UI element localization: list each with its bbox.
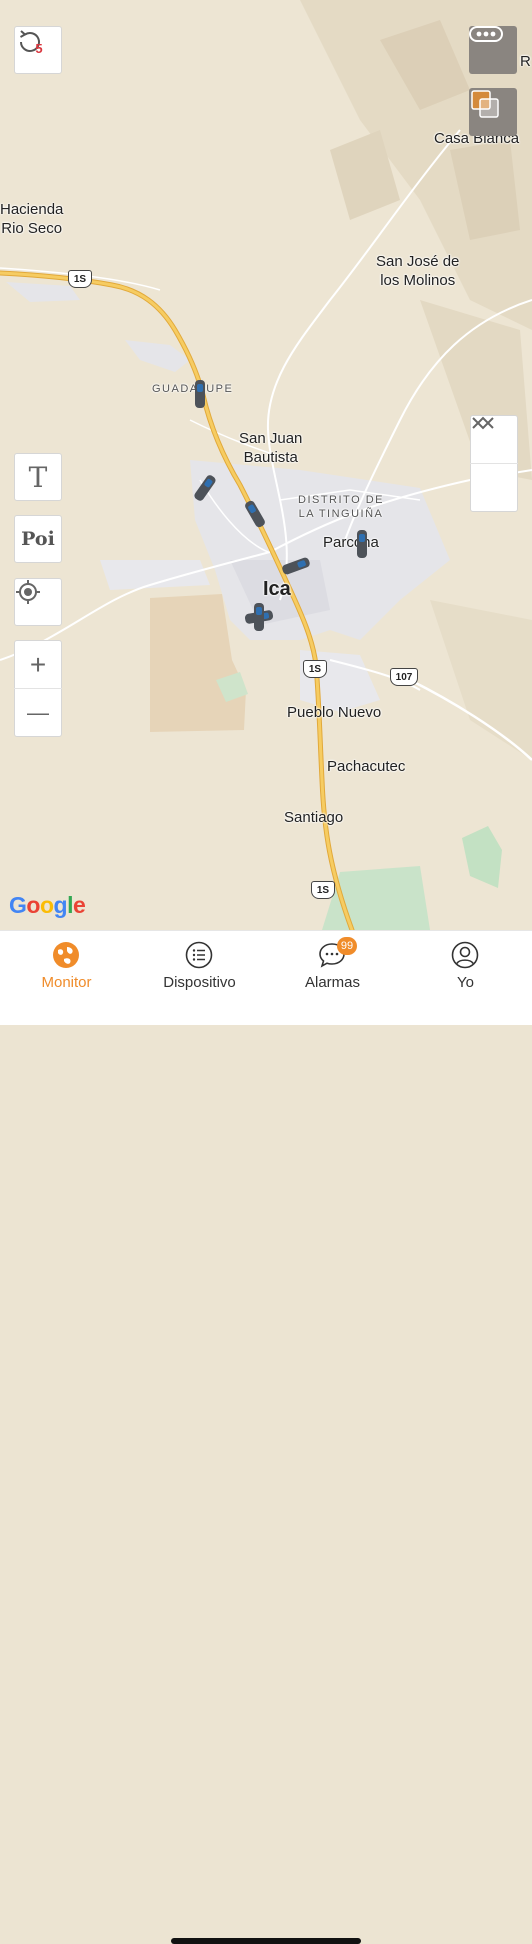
pan-down-button[interactable] (470, 417, 518, 511)
tab-monitor[interactable]: Monitor (0, 931, 133, 1003)
refresh-countdown-button[interactable]: 5 (14, 26, 62, 74)
tab-dispositivo[interactable]: Dispositivo (133, 931, 266, 1003)
place-label-ica: Ica (263, 578, 291, 600)
place-label-pueblo-nuevo: Pueblo Nuevo (287, 704, 382, 721)
place-label-parcona: Parcona (323, 534, 379, 551)
bottom-tab-bar: Monitor Dispositivo 99 Alarmas Yo (0, 930, 532, 1944)
place-label-santiago: Santiago (284, 809, 344, 826)
alarm-count-badge: 99 (337, 937, 357, 955)
route-shield-1s: 1S (68, 270, 92, 288)
zoom-in-button[interactable]: + (14, 641, 62, 689)
globe-icon (53, 942, 79, 968)
place-label-san-juan-bautista: San Juan Bautista (239, 430, 303, 466)
route-shield-107: 107 (390, 668, 418, 686)
tab-yo[interactable]: Yo (399, 931, 532, 1003)
poi-tool-label: Poi (21, 528, 55, 550)
place-label-guadalupe: GUADALUPE (152, 383, 234, 395)
locate-me-button[interactable] (14, 578, 62, 626)
map-layers-button[interactable] (469, 88, 517, 136)
google-attribution-logo: Google (9, 892, 86, 918)
location-target-icon (16, 580, 40, 604)
more-options-button[interactable] (469, 26, 517, 74)
place-label-edge: R (520, 53, 531, 70)
text-tool-label: T (28, 460, 48, 494)
zoom-out-button[interactable]: — (14, 689, 62, 736)
tab-alarmas-label: Alarmas (304, 974, 360, 991)
chevron-down-icon (472, 417, 494, 430)
place-label-san-jose-de-los-molinos: San José de los Molinos (376, 253, 460, 289)
tab-dispositivo-label: Dispositivo (163, 974, 236, 991)
vehicle-marker[interactable] (254, 603, 264, 631)
list-icon (185, 941, 213, 969)
text-tool-button[interactable]: T (14, 453, 62, 501)
place-label-pachacutec: Pachacutec (327, 758, 406, 775)
zoom-control: + — (14, 640, 62, 737)
more-dots-icon (469, 26, 503, 42)
refresh-count: 5 (35, 41, 43, 56)
pan-vertical-control (470, 415, 518, 512)
place-label-hacienda-rio-seco: Hacienda Rio Seco (0, 201, 64, 237)
poi-tool-button[interactable]: Poi (14, 515, 62, 563)
map-view[interactable]: Casa Blanca R Hacienda Rio Seco San José… (0, 0, 532, 930)
route-shield-1s: 1S (311, 881, 335, 899)
tab-yo-label: Yo (457, 974, 474, 991)
home-indicator (171, 1938, 361, 1944)
user-icon (451, 941, 479, 969)
tab-alarmas[interactable]: 99 Alarmas (266, 931, 399, 1003)
vehicle-marker[interactable] (357, 530, 367, 558)
place-label-distrito-la-tinguina: DISTRITO DE LA TINGUIÑA (298, 494, 384, 520)
vehicle-marker[interactable] (195, 380, 205, 408)
route-shield-1s: 1S (303, 660, 327, 678)
layers-icon (471, 90, 499, 118)
tab-monitor-label: Monitor (41, 974, 92, 991)
